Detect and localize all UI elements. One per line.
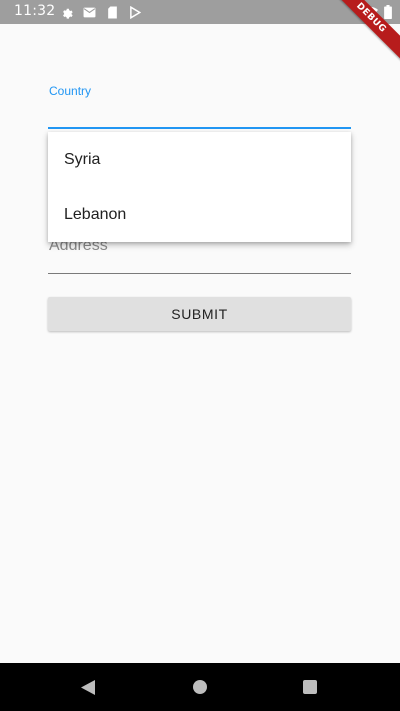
address-underline — [48, 273, 351, 274]
dropdown-option-syria[interactable]: Syria — [48, 132, 351, 187]
country-field-label: Country — [49, 84, 92, 98]
sd-card-icon — [104, 4, 120, 20]
home-icon[interactable] — [193, 680, 207, 694]
country-dropdown-menu: Syria Lebanon — [48, 132, 351, 242]
back-icon[interactable] — [80, 679, 96, 700]
country-field-underline[interactable] — [48, 127, 351, 129]
navigation-bar — [0, 663, 400, 711]
dropdown-option-lebanon[interactable]: Lebanon — [48, 187, 351, 242]
notification-icons — [58, 4, 143, 20]
mail-icon — [81, 4, 97, 20]
play-store-icon — [127, 4, 143, 20]
status-time: 11:32 — [14, 3, 56, 19]
status-bar: 11:32 — [0, 0, 400, 24]
submit-button[interactable]: SUBMIT — [48, 297, 351, 331]
recents-icon[interactable] — [303, 680, 317, 694]
gear-icon — [58, 4, 74, 20]
